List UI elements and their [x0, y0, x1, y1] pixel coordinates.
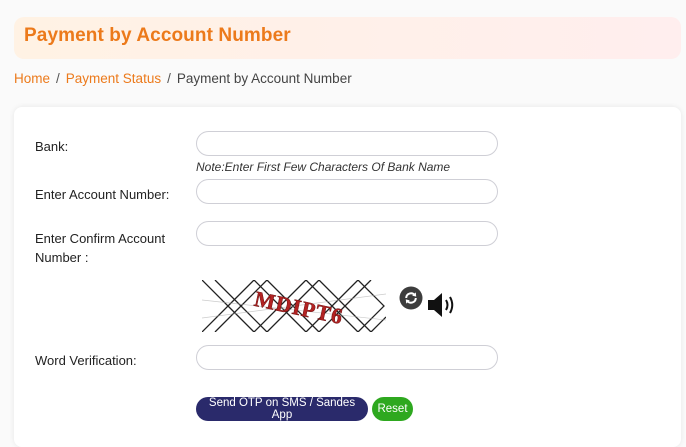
breadcrumb: Home / Payment Status / Payment by Account N…: [14, 71, 352, 86]
bank-note: Note:Enter First Few Characters Of Bank …: [196, 160, 451, 174]
captcha-image: MDIPT6: [202, 280, 386, 332]
breadcrumb-separator: /: [167, 71, 171, 86]
breadcrumb-home-link[interactable]: Home: [14, 71, 50, 86]
breadcrumb-current: Payment by Account Number: [176, 71, 352, 86]
confirm-account-number-input[interactable]: [196, 221, 498, 246]
confirm-account-label-line1: Enter Confirm Account: [35, 231, 166, 246]
send-otp-button[interactable]: Send OTP on SMS / Sandes App: [196, 397, 368, 421]
breadcrumb-payment-status-link[interactable]: Payment Status: [66, 71, 161, 86]
bank-label: Bank:: [35, 139, 69, 154]
refresh-captcha-icon[interactable]: [399, 286, 423, 310]
bank-input[interactable]: [196, 131, 498, 156]
word-verification-input[interactable]: [196, 345, 498, 370]
account-number-input[interactable]: [196, 179, 498, 204]
word-verification-label: Word Verification:: [35, 353, 137, 368]
page-header: Payment by Account Number: [14, 17, 681, 59]
account-number-label: Enter Account Number:: [35, 187, 170, 202]
payment-form-card: [14, 107, 681, 447]
reset-button[interactable]: Reset: [372, 397, 413, 421]
audio-captcha-speaker-icon[interactable]: [426, 290, 458, 320]
breadcrumb-separator: /: [56, 71, 60, 86]
confirm-account-label-line2: Number :: [35, 250, 89, 265]
page-title: Payment by Account Number: [24, 25, 291, 46]
